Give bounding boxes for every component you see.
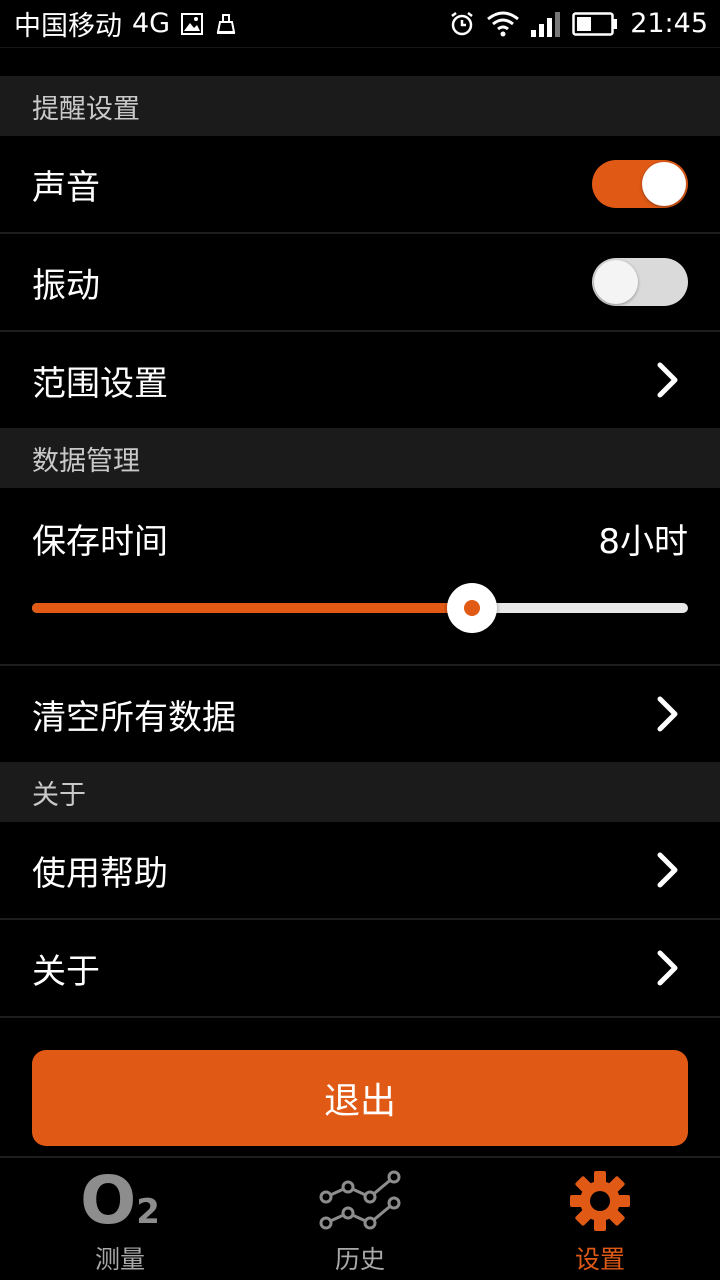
network-type: 4G	[132, 8, 171, 39]
section-header-data: 数据管理	[0, 428, 720, 488]
toggle-knob	[642, 162, 686, 206]
logout-label: 退出	[323, 1081, 396, 1122]
range-settings-row[interactable]: 范围设置	[0, 332, 720, 428]
section-title-about: 关于	[32, 779, 86, 811]
gear-icon	[568, 1166, 632, 1236]
vibration-label: 振动	[32, 265, 100, 306]
signal-icon	[530, 10, 562, 38]
retention-row: 保存时间 8小时	[0, 488, 720, 588]
nav-history[interactable]: 历史	[240, 1158, 480, 1280]
slider-thumb[interactable]	[446, 583, 497, 633]
toggle-knob	[594, 260, 638, 304]
sound-toggle[interactable]	[592, 160, 688, 208]
section-header-about: 关于	[0, 762, 720, 822]
settings-screen: 中国移动 4G 21:45 提醒设置 声音 振动 范围设置 数据管理 保存时间 …	[0, 0, 720, 1280]
retention-slider[interactable]	[32, 583, 688, 633]
vibration-toggle[interactable]	[592, 258, 688, 306]
clock: 21:45	[630, 8, 708, 39]
bottom-nav: O2 测量 历史 设置	[0, 1156, 720, 1280]
nav-settings[interactable]: 设置	[480, 1158, 720, 1280]
section-title-reminder: 提醒设置	[32, 93, 140, 125]
sound-row[interactable]: 声音	[0, 136, 720, 232]
chevron-right-icon	[652, 850, 684, 890]
carrier-name: 中国移动	[14, 11, 122, 42]
clear-data-row[interactable]: 清空所有数据	[0, 666, 720, 762]
history-graph-icon	[318, 1166, 402, 1236]
battery-icon	[572, 11, 618, 37]
section-header-reminder: 提醒设置	[0, 76, 720, 136]
sound-label: 声音	[32, 167, 100, 208]
image-icon	[180, 12, 204, 36]
status-bar: 中国移动 4G 21:45	[0, 0, 720, 48]
about-row[interactable]: 关于	[0, 920, 720, 1016]
slider-thumb-dot	[463, 600, 480, 616]
wifi-icon	[486, 10, 520, 38]
retention-label: 保存时间	[32, 521, 168, 562]
clear-data-label: 清空所有数据	[32, 697, 236, 738]
help-label: 使用帮助	[32, 853, 168, 894]
range-settings-label: 范围设置	[32, 363, 168, 404]
o2-icon: O2	[80, 1162, 160, 1239]
retention-value: 8小时	[598, 521, 688, 562]
help-row[interactable]: 使用帮助	[0, 822, 720, 918]
slider-fill	[32, 603, 472, 613]
nav-measure[interactable]: O2 测量	[0, 1158, 240, 1280]
divider	[0, 1016, 720, 1018]
about-label: 关于	[32, 951, 100, 992]
chevron-right-icon	[652, 948, 684, 988]
nav-label-measure: 测量	[94, 1245, 145, 1274]
chevron-right-icon	[652, 694, 684, 734]
alarm-icon	[448, 10, 476, 38]
section-title-data: 数据管理	[32, 445, 140, 477]
nav-label-settings: 设置	[574, 1245, 625, 1274]
nav-label-history: 历史	[334, 1245, 385, 1274]
usb-icon	[214, 12, 238, 36]
logout-button[interactable]: 退出	[32, 1050, 688, 1146]
chevron-right-icon	[652, 360, 684, 400]
vibration-row[interactable]: 振动	[0, 234, 720, 330]
